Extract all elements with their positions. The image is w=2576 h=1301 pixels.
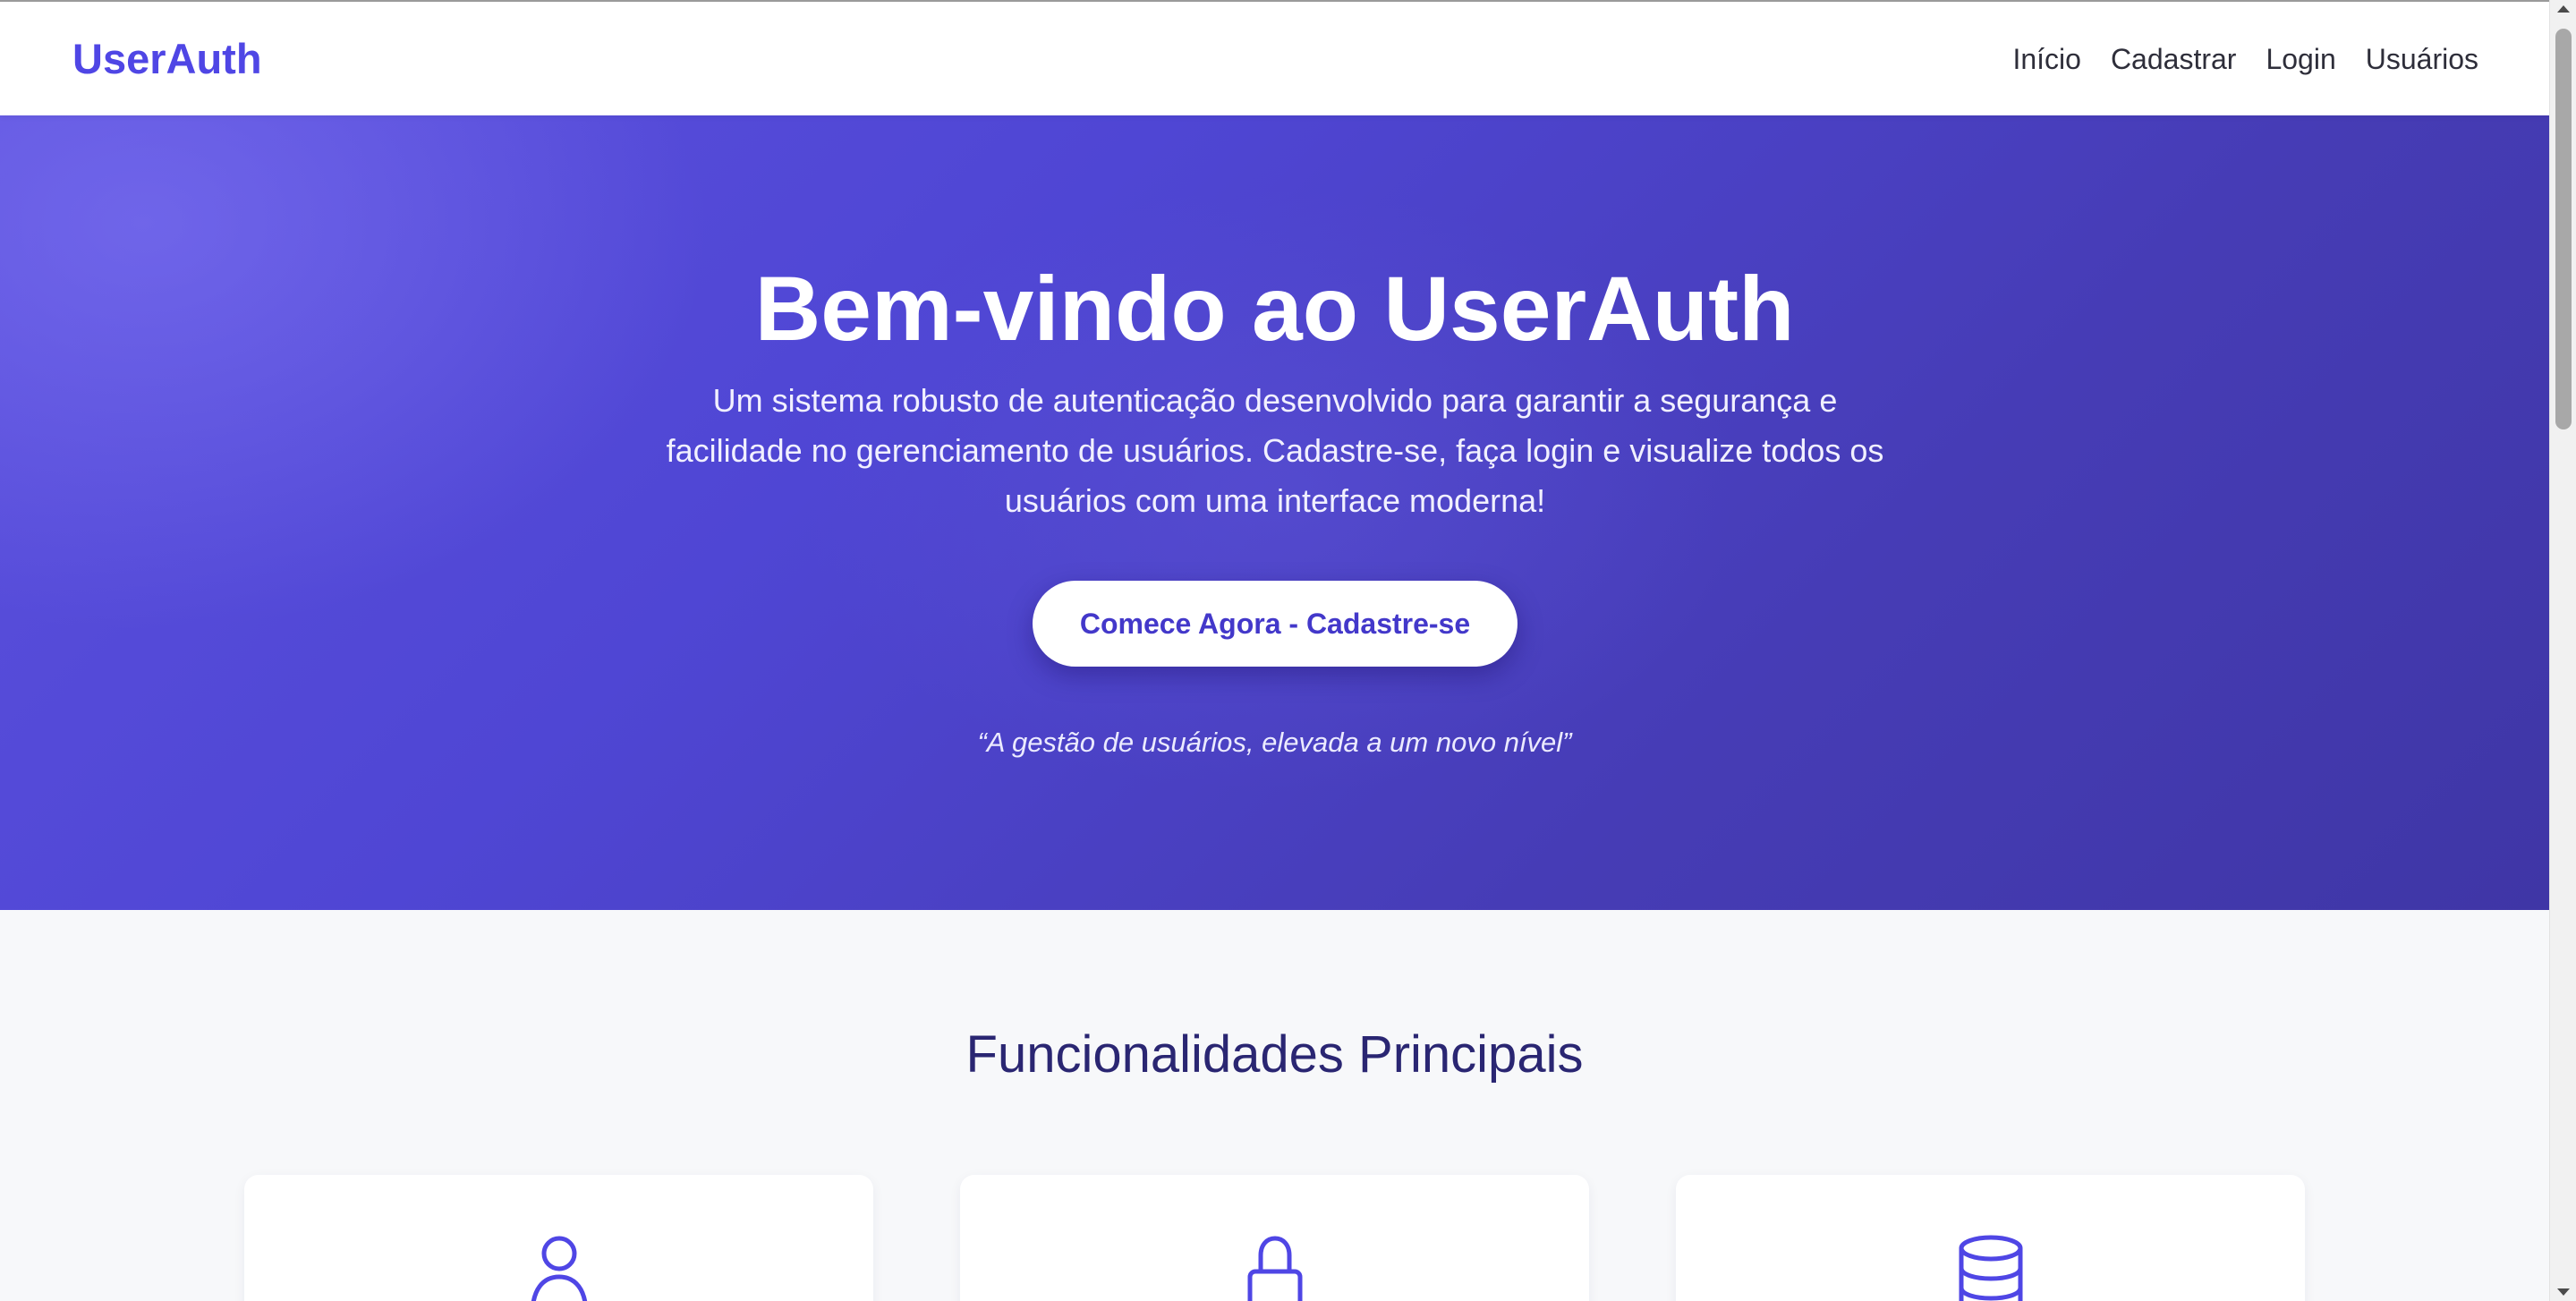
scroll-down-arrow-icon[interactable] xyxy=(2557,1288,2570,1296)
nav-link-cadastrar[interactable]: Cadastrar xyxy=(2111,43,2237,76)
hero-section: Bem-vindo ao UserAuth Um sistema robusto… xyxy=(0,115,2549,910)
hero-description-line-3: usuários com uma interface moderna! xyxy=(1004,482,1546,519)
hero-description-line-2: facilidade no gerenciamento de usuários.… xyxy=(666,432,1884,469)
brand-logo[interactable]: UserAuth xyxy=(72,34,262,83)
vertical-scrollbar[interactable] xyxy=(2549,0,2576,1301)
navbar: UserAuth Início Cadastrar Login Usuários xyxy=(0,0,2549,115)
scrollbar-thumb[interactable] xyxy=(2555,29,2572,429)
page: UserAuth Início Cadastrar Login Usuários… xyxy=(0,0,2549,1301)
user-icon xyxy=(527,1234,591,1301)
hero-description-line-1: Um sistema robusto de autenticação desen… xyxy=(712,382,1838,419)
nav-link-usuarios[interactable]: Usuários xyxy=(2366,43,2478,76)
nav-link-inicio[interactable]: Início xyxy=(2012,43,2080,76)
lock-icon xyxy=(1243,1234,1307,1301)
database-icon xyxy=(1957,1234,2025,1301)
nav-links: Início Cadastrar Login Usuários xyxy=(2012,43,2478,76)
cta-signup-button[interactable]: Comece Agora - Cadastre-se xyxy=(1033,581,1518,667)
features-title: Funcionalidades Principais xyxy=(965,1025,1584,1084)
hero-tagline: “A gestão de usuários, elevada a um novo… xyxy=(977,727,1572,758)
hero-title: Bem-vindo ao UserAuth xyxy=(754,258,1795,360)
hero-description: Um sistema robusto de autenticação desen… xyxy=(662,376,1888,526)
nav-link-login[interactable]: Login xyxy=(2266,43,2335,76)
scroll-up-arrow-icon[interactable] xyxy=(2557,5,2570,13)
feature-card-user xyxy=(244,1175,873,1301)
feature-card-database xyxy=(1676,1175,2305,1301)
feature-card-lock xyxy=(960,1175,1589,1301)
